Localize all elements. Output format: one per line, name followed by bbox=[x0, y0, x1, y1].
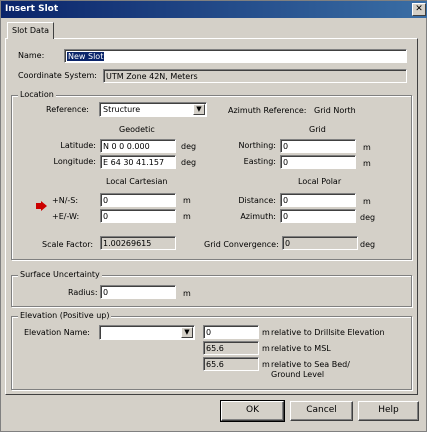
radius-label: Radius: bbox=[68, 288, 98, 297]
close-icon: ✕ bbox=[415, 4, 423, 14]
name-label: Name: bbox=[18, 51, 45, 60]
longitude-label: Longitude: bbox=[53, 157, 96, 166]
ew-label: +E/-W: bbox=[52, 212, 80, 221]
ns-input[interactable]: 0 bbox=[100, 193, 176, 207]
longitude-unit: deg bbox=[181, 158, 197, 167]
northing-label: Northing: bbox=[238, 141, 276, 150]
elevation-name-label: Elevation Name: bbox=[24, 328, 90, 337]
title-bar: Insert Slot ✕ bbox=[1, 1, 427, 18]
ok-button[interactable]: OK bbox=[220, 400, 285, 422]
grid-convergence-unit: deg bbox=[360, 240, 376, 249]
msl-elevation-unit: m bbox=[262, 344, 270, 353]
ns-label: +N/-S: bbox=[52, 196, 79, 205]
ew-input[interactable]: 0 bbox=[100, 209, 176, 223]
drillsite-elevation-input[interactable]: 0 bbox=[203, 325, 259, 339]
longitude-input[interactable]: E 64 30 41.157 bbox=[100, 155, 176, 169]
elevation-group-title: Elevation (Positive up) bbox=[18, 311, 112, 320]
name-field[interactable]: New Slot bbox=[64, 49, 407, 63]
cancel-button[interactable]: Cancel bbox=[290, 401, 353, 421]
seabed-elevation-label-2: Ground Level bbox=[271, 370, 325, 379]
seabed-elevation-label: relative to Sea Bed/ bbox=[271, 360, 350, 369]
radius-input[interactable]: 0 bbox=[100, 285, 176, 299]
msl-elevation-label: relative to MSL bbox=[271, 344, 331, 353]
latitude-unit: deg bbox=[181, 142, 197, 151]
tab-slot-data[interactable]: Slot Data bbox=[7, 22, 54, 39]
window-title: Insert Slot bbox=[5, 4, 59, 14]
distance-label: Distance: bbox=[238, 196, 276, 205]
latitude-label: Latitude: bbox=[60, 141, 96, 150]
azimuth-label: Azimuth: bbox=[240, 212, 276, 221]
geodetic-header: Geodetic bbox=[119, 125, 155, 134]
coordinate-system-label: Coordinate System: bbox=[18, 71, 97, 80]
latitude-input[interactable]: N 0 0 0.000 bbox=[100, 139, 176, 153]
azimuth-reference-value: Grid North bbox=[314, 106, 356, 115]
help-button[interactable]: Help bbox=[358, 401, 419, 421]
easting-unit: m bbox=[363, 159, 371, 168]
northing-unit: m bbox=[363, 143, 371, 152]
easting-label: Easting: bbox=[243, 157, 276, 166]
insert-slot-dialog: Insert Slot ✕ Slot Data Name: New Slot C… bbox=[0, 0, 427, 432]
azimuth-reference-label: Azimuth Reference: bbox=[228, 106, 307, 115]
surface-uncertainty-title: Surface Uncertainty bbox=[18, 270, 102, 279]
grid-convergence-value: 0 bbox=[282, 236, 358, 250]
easting-input[interactable]: 0 bbox=[280, 155, 356, 169]
drillsite-elevation-label: relative to Drillsite Elevation bbox=[271, 328, 385, 337]
chevron-down-icon: ▼ bbox=[193, 104, 205, 115]
grid-convergence-label: Grid Convergence: bbox=[204, 240, 279, 249]
elevation-name-select[interactable]: ▼ bbox=[99, 325, 195, 340]
msl-elevation-value: 65.6 bbox=[203, 341, 259, 355]
ew-unit: m bbox=[183, 212, 191, 221]
slot-data-panel: Name: New Slot Coordinate System: UTM Zo… bbox=[5, 38, 418, 395]
reference-select-value: Structure bbox=[103, 105, 141, 114]
distance-unit: m bbox=[363, 197, 371, 206]
current-row-marker-icon bbox=[36, 201, 47, 211]
seabed-elevation-value: 65.6 bbox=[203, 357, 259, 371]
radius-unit: m bbox=[183, 289, 191, 298]
coordinate-system-value: UTM Zone 42N, Meters bbox=[103, 69, 407, 83]
distance-input[interactable]: 0 bbox=[280, 193, 356, 207]
chevron-down-icon: ▼ bbox=[181, 327, 193, 338]
azimuth-input[interactable]: 0 bbox=[280, 209, 356, 223]
drillsite-elevation-unit: m bbox=[262, 328, 270, 337]
northing-input[interactable]: 0 bbox=[280, 139, 356, 153]
grid-header: Grid bbox=[309, 125, 326, 134]
ns-unit: m bbox=[183, 196, 191, 205]
seabed-elevation-unit: m bbox=[262, 360, 270, 369]
scale-factor-value: 1.00269615 bbox=[100, 236, 176, 250]
azimuth-unit: deg bbox=[360, 213, 376, 222]
local-polar-header: Local Polar bbox=[298, 177, 342, 186]
close-button[interactable]: ✕ bbox=[412, 3, 426, 16]
reference-select[interactable]: Structure ▼ bbox=[99, 102, 207, 117]
location-group-title: Location bbox=[18, 90, 56, 99]
scale-factor-label: Scale Factor: bbox=[42, 240, 94, 249]
local-cartesian-header: Local Cartesian bbox=[106, 177, 168, 186]
name-field-value: New Slot bbox=[67, 52, 105, 61]
reference-label: Reference: bbox=[46, 105, 89, 114]
